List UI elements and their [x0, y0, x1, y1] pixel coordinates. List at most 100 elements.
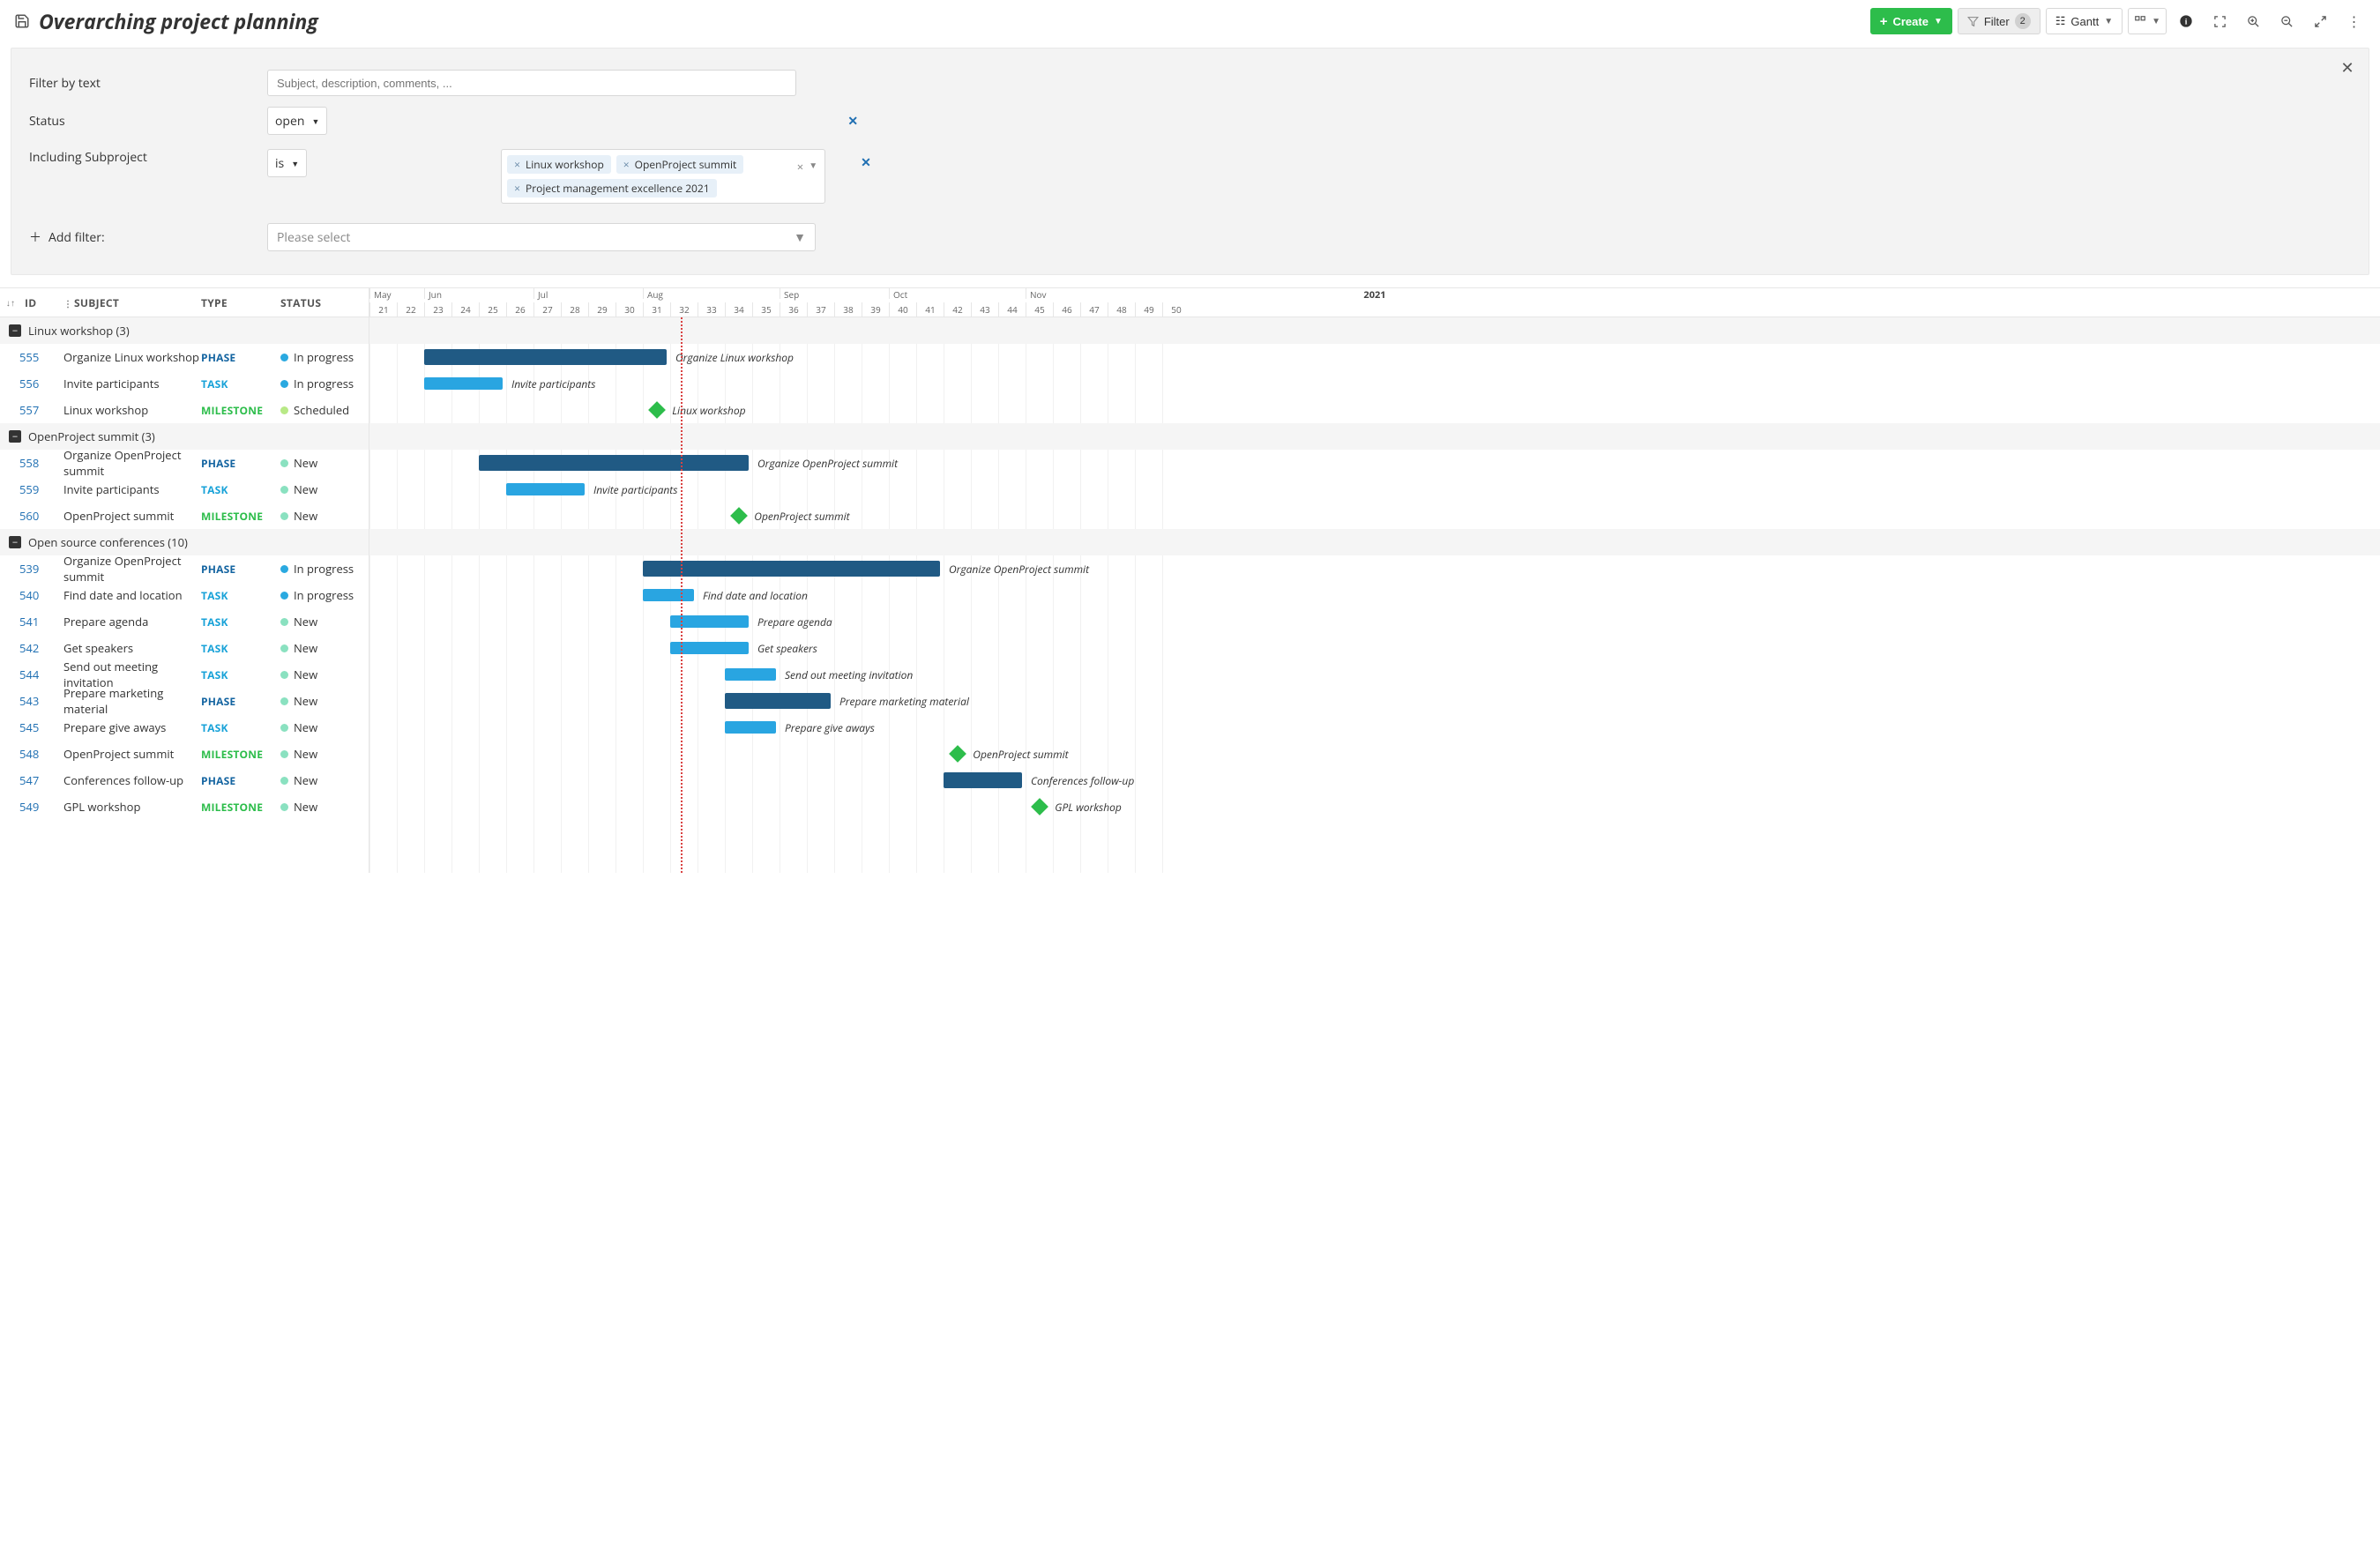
gantt-bar[interactable] — [424, 349, 667, 365]
zoom-in-button[interactable] — [2239, 7, 2267, 35]
gantt-milestone[interactable] — [648, 401, 666, 419]
gantt-row[interactable]: Find date and location — [369, 582, 2380, 608]
wp-id[interactable]: 559 — [0, 481, 63, 497]
table-row[interactable]: 540 Find date and location TASK In progr… — [0, 582, 369, 608]
wp-id[interactable]: 543 — [0, 693, 63, 709]
table-row[interactable]: 541 Prepare agenda TASK New — [0, 608, 369, 635]
add-filter-select[interactable]: Please select ▼ — [267, 223, 816, 251]
table-row[interactable]: 556 Invite participants TASK In progress — [0, 370, 369, 397]
wp-id[interactable]: 549 — [0, 799, 63, 815]
wp-id[interactable]: 548 — [0, 746, 63, 762]
gantt-row[interactable]: Organize OpenProject summit — [369, 450, 2380, 476]
filter-subproject-operator[interactable]: is ▼ — [267, 149, 307, 177]
zoom-fit-button[interactable] — [2205, 7, 2234, 35]
gantt-row[interactable]: Invite participants — [369, 476, 2380, 503]
gantt-bar[interactable] — [479, 455, 749, 471]
create-button[interactable]: + Create ▼ — [1870, 8, 1952, 34]
wp-status: New — [280, 667, 369, 682]
table-row[interactable]: 543 Prepare marketing material PHASE New — [0, 688, 369, 714]
table-row[interactable]: 555 Organize Linux workshop PHASE In pro… — [0, 344, 369, 370]
table-row[interactable]: 547 Conferences follow-up PHASE New — [0, 767, 369, 793]
filter-status-select[interactable]: open ▼ — [267, 107, 327, 135]
col-header-id[interactable]: ID — [25, 295, 63, 310]
wp-id[interactable]: 544 — [0, 667, 63, 682]
col-header-type[interactable]: TYPE — [201, 295, 280, 310]
table-row[interactable]: 560 OpenProject summit MILESTONE New — [0, 503, 369, 529]
gantt-bar[interactable] — [643, 561, 940, 577]
add-filter-button[interactable]: ＋ Add filter: — [29, 228, 267, 246]
view-gantt-button[interactable]: ☷ Gantt ▼ — [2046, 8, 2123, 34]
clear-tags-button[interactable]: × — [797, 159, 803, 175]
wp-id[interactable]: 541 — [0, 614, 63, 629]
table-row[interactable]: 545 Prepare give aways TASK New — [0, 714, 369, 741]
gantt-row[interactable]: Organize OpenProject summit — [369, 555, 2380, 582]
settings-dropdown-button[interactable]: ▼ — [2128, 8, 2167, 34]
remove-status-filter-button[interactable]: ✕ — [847, 113, 858, 130]
gantt-row[interactable]: Organize Linux workshop — [369, 344, 2380, 370]
gantt-bar[interactable] — [506, 483, 585, 495]
gantt-row[interactable]: OpenProject summit — [369, 741, 2380, 767]
filter-subproject-op-value: is — [275, 155, 284, 172]
group-collapse-button[interactable]: − — [9, 324, 21, 337]
subproject-tag-box[interactable]: ×Linux workshop ×OpenProject summit ×Pro… — [501, 149, 825, 204]
remove-subproject-filter-button[interactable]: ✕ — [861, 154, 871, 171]
table-row[interactable]: 549 GPL workshop MILESTONE New — [0, 793, 369, 820]
gantt-milestone[interactable] — [1031, 798, 1048, 816]
gantt-bar[interactable] — [424, 377, 503, 390]
filter-button[interactable]: Filter 2 — [1958, 8, 2041, 34]
zoom-out-button[interactable] — [2272, 7, 2301, 35]
table-row[interactable]: 542 Get speakers TASK New — [0, 635, 369, 661]
wp-id[interactable]: 560 — [0, 508, 63, 524]
wp-id[interactable]: 542 — [0, 640, 63, 656]
gantt-row[interactable]: Get speakers — [369, 635, 2380, 661]
gantt-row[interactable]: GPL workshop — [369, 793, 2380, 820]
info-button[interactable]: i — [2172, 7, 2200, 35]
gantt-bar[interactable] — [725, 668, 776, 681]
gantt-row[interactable]: Prepare agenda — [369, 608, 2380, 635]
wp-id[interactable]: 557 — [0, 402, 63, 418]
wp-id[interactable]: 547 — [0, 772, 63, 788]
wp-id[interactable]: 540 — [0, 587, 63, 603]
gantt-row[interactable]: Conferences follow-up — [369, 767, 2380, 793]
tag-remove-button[interactable]: × — [623, 157, 630, 172]
gantt-row[interactable]: Prepare marketing material — [369, 688, 2380, 714]
gantt-bar[interactable] — [725, 693, 831, 709]
gantt-bar[interactable] — [944, 772, 1022, 788]
wp-id[interactable]: 558 — [0, 455, 63, 471]
group-collapse-button[interactable]: − — [9, 430, 21, 443]
table-row[interactable]: 558 Organize OpenProject summit PHASE Ne… — [0, 450, 369, 476]
wp-subject: Prepare agenda — [63, 614, 201, 629]
gantt-row[interactable]: Linux workshop — [369, 397, 2380, 423]
close-filter-button[interactable]: ✕ — [2337, 57, 2358, 78]
table-row[interactable]: 548 OpenProject summit MILESTONE New — [0, 741, 369, 767]
wp-id[interactable]: 555 — [0, 349, 63, 365]
chevron-down-icon[interactable]: ▼ — [809, 159, 817, 171]
gantt-row[interactable]: Send out meeting invitation — [369, 661, 2380, 688]
col-header-subject[interactable]: SUBJECT — [74, 295, 201, 310]
table-row[interactable]: 559 Invite participants TASK New — [0, 476, 369, 503]
tag-remove-button[interactable]: × — [514, 157, 520, 172]
wp-type: TASK — [201, 667, 280, 682]
gantt-row[interactable]: Prepare give aways — [369, 714, 2380, 741]
gantt-row[interactable]: Invite participants — [369, 370, 2380, 397]
sort-icon[interactable]: ↓↑ — [6, 296, 16, 309]
gantt-bar[interactable] — [725, 721, 776, 734]
hierarchy-icon[interactable]: ⋮ — [63, 297, 72, 309]
more-menu-button[interactable]: ⋮ — [2339, 7, 2368, 35]
wp-id[interactable]: 545 — [0, 719, 63, 735]
fullscreen-button[interactable] — [2306, 7, 2334, 35]
table-row[interactable]: 544 Send out meeting invitation TASK New — [0, 661, 369, 688]
gantt-milestone[interactable] — [949, 745, 966, 763]
group-collapse-button[interactable]: − — [9, 536, 21, 548]
table-row[interactable]: 557 Linux workshop MILESTONE Scheduled — [0, 397, 369, 423]
wp-id[interactable]: 539 — [0, 561, 63, 577]
save-icon[interactable] — [14, 13, 30, 29]
tag-remove-button[interactable]: × — [514, 181, 520, 196]
gantt-row[interactable]: OpenProject summit — [369, 503, 2380, 529]
filter-text-input[interactable] — [267, 70, 796, 96]
gantt-milestone[interactable] — [730, 507, 748, 525]
table-row[interactable]: 539 Organize OpenProject summit PHASE In… — [0, 555, 369, 582]
wp-id[interactable]: 556 — [0, 376, 63, 391]
col-header-status[interactable]: STATUS — [280, 295, 369, 310]
gantt-bar[interactable] — [643, 589, 694, 601]
